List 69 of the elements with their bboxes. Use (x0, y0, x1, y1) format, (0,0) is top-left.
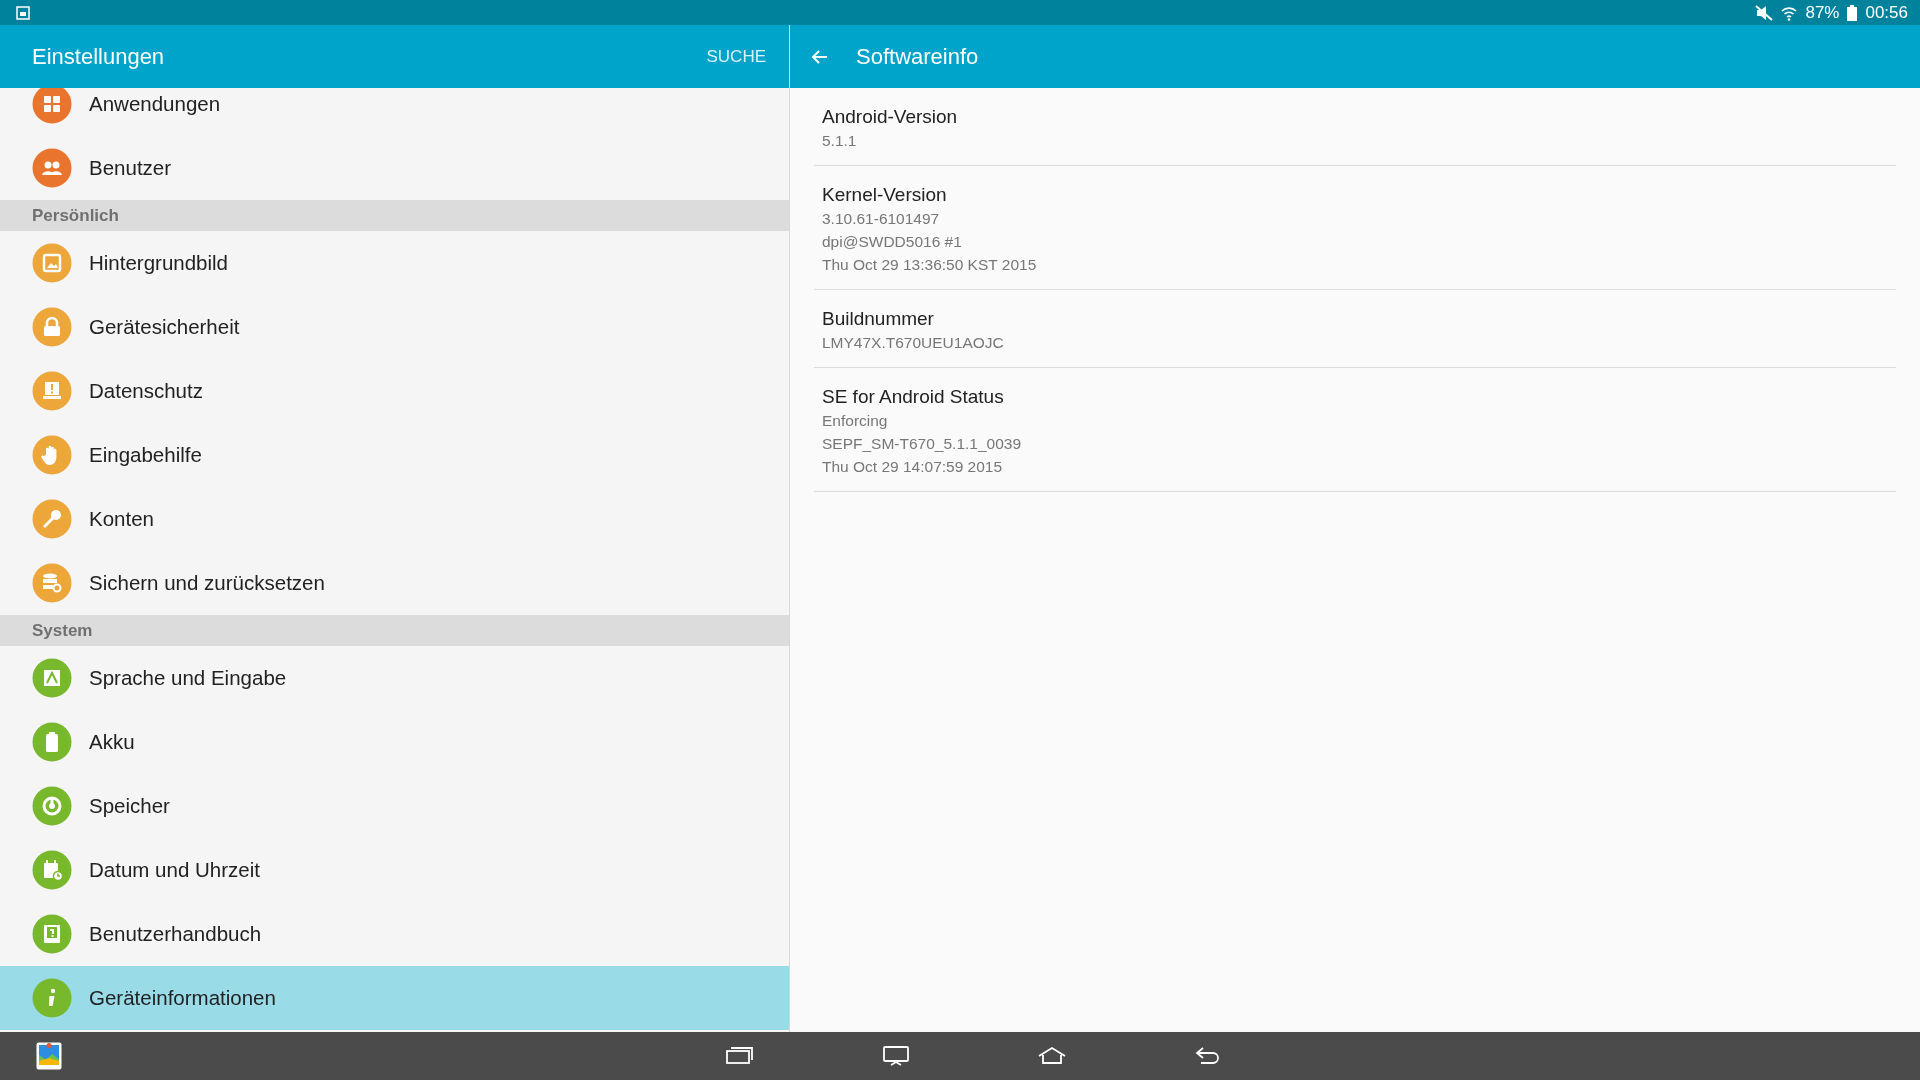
image-icon (32, 243, 72, 283)
settings-item[interactable]: Sichern und zurücksetzen (0, 551, 789, 615)
entry-value: 5.1.1 (822, 131, 858, 151)
settings-item[interactable]: Benutzerhandbuch (0, 902, 789, 966)
pie-chart-icon (32, 786, 72, 826)
settings-item[interactable]: Benutzer (0, 136, 789, 200)
item-label: Konten (89, 507, 154, 531)
monitor-icon[interactable] (882, 1045, 910, 1067)
back-arrow-icon (810, 48, 828, 65)
section-header: Persönlich (0, 200, 789, 231)
people-icon (32, 148, 72, 188)
item-label: Datum und Uhrzeit (89, 858, 260, 882)
item-label: Sichern und zurücksetzen (89, 571, 325, 595)
screen-title: Einstellungen (32, 43, 165, 70)
database-icon (32, 563, 72, 603)
entry-value: 3.10.61-6101497 (822, 209, 941, 229)
settings-item[interactable]: Konten (0, 487, 789, 551)
item-label: Geräteinformationen (89, 986, 276, 1010)
home-icon[interactable] (1038, 1045, 1066, 1067)
battery-icon (1847, 4, 1858, 21)
screen-title: Softwareinfo (856, 43, 979, 70)
item-label: Gerätesicherheit (89, 315, 240, 339)
item-label: Benutzerhandbuch (89, 922, 262, 946)
settings-item[interactable]: Anwendungen (0, 88, 789, 136)
settings-item[interactable]: Geräteinformationen (0, 966, 789, 1030)
battery-percent: 87% (1805, 2, 1840, 23)
item-label: Benutzer (89, 156, 172, 180)
battery-icon (32, 722, 72, 762)
settings-item[interactable]: Datum und Uhrzeit (0, 838, 789, 902)
item-label: Speicher (89, 794, 170, 818)
entry-value: Thu Oct 29 13:36:50 KST 2015 (822, 255, 1038, 275)
entry-value: dpi@SWDD5016 #1 (822, 232, 963, 252)
image-icon (16, 5, 30, 20)
settings-item[interactable]: Akku (0, 710, 789, 774)
alert-icon (32, 371, 72, 411)
entry-title: Buildnummer (822, 308, 935, 330)
calendar-icon (32, 850, 72, 890)
settings-item[interactable]: Gerätesicherheit (0, 295, 789, 359)
entry-value: Enforcing (822, 411, 889, 431)
clock: 00:56 (1865, 2, 1908, 23)
gallery-app-icon[interactable] (36, 1042, 62, 1070)
item-label: Sprache und Eingabe (89, 666, 287, 690)
settings-item[interactable]: Sprache und Eingabe (0, 646, 789, 710)
hand-icon (32, 435, 72, 475)
settings-item[interactable]: Speicher (0, 774, 789, 838)
item-label: Datenschutz (89, 379, 203, 403)
settings-item[interactable]: Datenschutz (0, 359, 789, 423)
info-icon (32, 978, 72, 1018)
item-label: Hintergrundbild (89, 251, 229, 275)
entry-title: Android-Version (822, 106, 959, 128)
item-label: Anwendungen (89, 92, 221, 116)
back-icon[interactable] (1194, 1045, 1222, 1067)
mute-icon (1755, 4, 1774, 21)
item-label: Eingabehilfe (89, 443, 202, 467)
recent-apps-icon[interactable] (726, 1045, 754, 1067)
section-header: System (0, 615, 789, 646)
entry-value: Thu Oct 29 14:07:59 2015 (822, 457, 1004, 477)
entry-value: SEPF_SM-T670_5.1.1_0039 (822, 434, 1023, 454)
book-icon (32, 914, 72, 954)
entry-value: LMY47X.T670UEU1AOJC (822, 333, 1005, 353)
wifi-icon (1781, 4, 1798, 21)
lock-icon (32, 307, 72, 347)
entry-title: SE for Android Status (822, 386, 1005, 408)
settings-item[interactable]: Hintergrundbild (0, 231, 789, 295)
entry-title: Kernel-Version (822, 184, 948, 206)
item-label: Akku (89, 730, 135, 754)
grid-icon (32, 88, 72, 124)
settings-item[interactable]: Eingabehilfe (0, 423, 789, 487)
key-icon (32, 499, 72, 539)
